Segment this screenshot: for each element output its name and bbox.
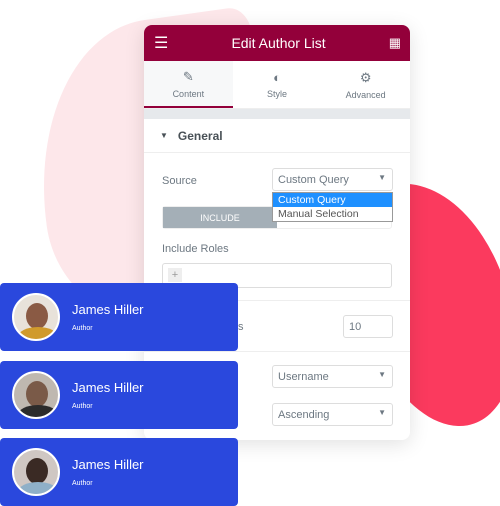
- author-card[interactable]: James Hiller Author: [0, 361, 238, 429]
- author-role: Author: [72, 325, 93, 332]
- panel-title: Edit Author List: [231, 35, 326, 51]
- source-label: Source: [162, 175, 197, 187]
- author-name: James Hiller: [72, 302, 144, 317]
- tab-style[interactable]: ◐ Style: [233, 61, 322, 108]
- tab-label: Content: [172, 88, 205, 99]
- author-role: Author: [72, 480, 93, 487]
- author-name: James Hiller: [72, 380, 144, 395]
- select-value: Username: [278, 371, 329, 383]
- tab-label: Style: [267, 89, 288, 99]
- caret-down-icon: ▼: [378, 408, 386, 417]
- number-input[interactable]: 10: [343, 315, 393, 338]
- author-role: Author: [72, 403, 93, 410]
- half-circle-icon: ◐: [273, 70, 281, 85]
- author-card[interactable]: James Hiller Author: [0, 438, 238, 506]
- select-value: Custom Query: [278, 174, 349, 186]
- avatar: [12, 293, 60, 341]
- option-manual-selection[interactable]: Manual Selection: [273, 207, 392, 221]
- include-button[interactable]: INCLUDE: [163, 207, 277, 228]
- avatar: [12, 448, 60, 496]
- tab-label: Advanced: [345, 89, 386, 100]
- source-select[interactable]: Custom Query ▼: [272, 168, 393, 191]
- order-select[interactable]: Ascending ▼: [272, 403, 393, 426]
- number-label-partial: s: [238, 321, 244, 333]
- orderby-select[interactable]: Username ▼: [272, 365, 393, 388]
- select-value: Ascending: [278, 409, 330, 421]
- divider: [144, 351, 410, 352]
- option-custom-query[interactable]: Custom Query: [273, 193, 392, 207]
- panel-header: ☰ Edit Author List ▦: [144, 25, 410, 61]
- author-name: James Hiller: [72, 457, 144, 472]
- section-general-toggle[interactable]: ▼ General: [144, 119, 410, 153]
- source-dropdown: Custom Query Manual Selection: [272, 192, 393, 222]
- grid-apps-icon[interactable]: ▦: [389, 35, 401, 51]
- plus-icon[interactable]: +: [168, 268, 182, 282]
- author-card[interactable]: James Hiller Author: [0, 283, 238, 351]
- pencil-icon: ✎: [182, 68, 194, 84]
- caret-down-icon: ▼: [160, 131, 168, 140]
- divider: [144, 109, 410, 119]
- tab-advanced[interactable]: ⚙ Advanced: [321, 61, 410, 108]
- tab-content[interactable]: ✎ Content: [144, 61, 233, 108]
- include-roles-label: Include Roles: [162, 243, 229, 255]
- avatar: [12, 371, 60, 419]
- caret-down-icon: ▼: [378, 173, 386, 182]
- gear-icon: ⚙: [359, 69, 372, 85]
- hamburger-menu-icon[interactable]: ☰: [154, 33, 168, 53]
- caret-down-icon: ▼: [378, 370, 386, 379]
- section-title: General: [177, 128, 223, 143]
